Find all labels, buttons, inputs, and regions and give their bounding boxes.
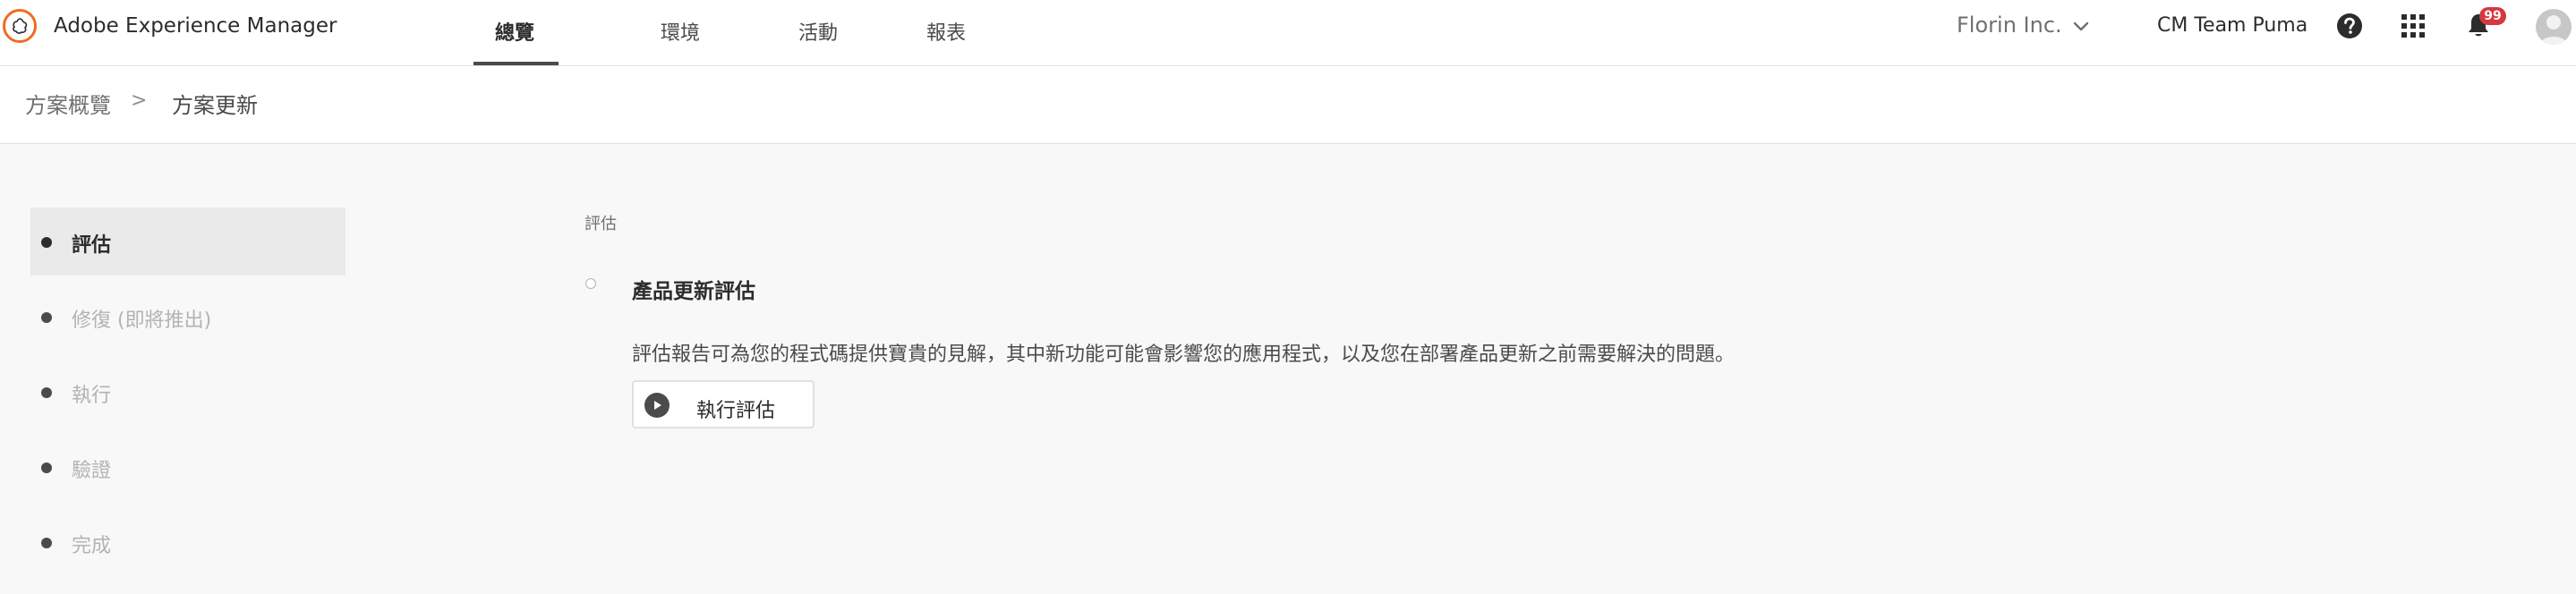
step-remediation: 修復 (即將推出) bbox=[30, 283, 345, 351]
tab-activity[interactable]: 活動 bbox=[798, 17, 838, 46]
step-assessment[interactable]: 評估 bbox=[30, 208, 345, 276]
step-label: 執行 bbox=[72, 385, 112, 407]
breadcrumb-current-page: 方案更新 bbox=[172, 93, 258, 118]
step-execution: 執行 bbox=[30, 358, 345, 426]
aem-logo-icon[interactable] bbox=[3, 9, 37, 43]
step-bullet-icon bbox=[41, 387, 52, 398]
breadcrumb: 方案概覽 > 方案更新 bbox=[0, 66, 2576, 144]
run-assessment-label: 執行評估 bbox=[696, 400, 776, 422]
tab-overview[interactable]: 總覽 bbox=[495, 17, 534, 46]
app-title[interactable]: Adobe Experience Manager bbox=[54, 14, 337, 38]
step-label: 驗證 bbox=[72, 460, 112, 482]
step-label: 評估 bbox=[72, 234, 112, 257]
breadcrumb-program-overview[interactable]: 方案概覽 bbox=[25, 88, 111, 119]
run-assessment-button[interactable]: 執行評估 bbox=[632, 380, 815, 429]
tab-environments[interactable]: 環境 bbox=[661, 17, 700, 46]
step-label: 完成 bbox=[72, 535, 112, 557]
step-complete: 完成 bbox=[30, 508, 345, 576]
tab-reports[interactable]: 報表 bbox=[926, 17, 966, 46]
help-icon[interactable] bbox=[2336, 13, 2363, 39]
step-bullet-icon bbox=[41, 538, 52, 548]
section-label: 評估 bbox=[584, 215, 617, 233]
program-switcher[interactable]: CM Team Puma bbox=[2157, 14, 2307, 37]
play-icon bbox=[644, 393, 670, 418]
status-circle-icon bbox=[585, 278, 596, 289]
step-bullet-icon bbox=[41, 237, 52, 248]
step-validation: 驗證 bbox=[30, 433, 345, 501]
breadcrumb-separator-icon: > bbox=[131, 89, 148, 112]
notification-count-badge: 99 bbox=[2479, 7, 2506, 25]
app-grid-icon[interactable] bbox=[2400, 13, 2427, 39]
user-avatar-icon[interactable] bbox=[2536, 9, 2572, 45]
chevron-down-icon bbox=[2073, 13, 2089, 38]
step-bullet-icon bbox=[41, 462, 52, 473]
org-switcher[interactable]: Florin Inc. bbox=[1957, 13, 2089, 38]
step-label: 修復 (即將推出) bbox=[72, 310, 212, 332]
active-tab-indicator bbox=[473, 62, 559, 65]
step-bullet-icon bbox=[41, 312, 52, 323]
top-header: Adobe Experience Manager 總覽 環境 活動 報表 Flo… bbox=[0, 0, 2576, 66]
org-name: Florin Inc. bbox=[1957, 13, 2062, 38]
check-description: 評估報告可為您的程式碼提供寶貴的見解，其中新功能可能會影響您的應用程式，以及您在… bbox=[632, 344, 1736, 366]
check-title: 產品更新評估 bbox=[632, 280, 755, 303]
